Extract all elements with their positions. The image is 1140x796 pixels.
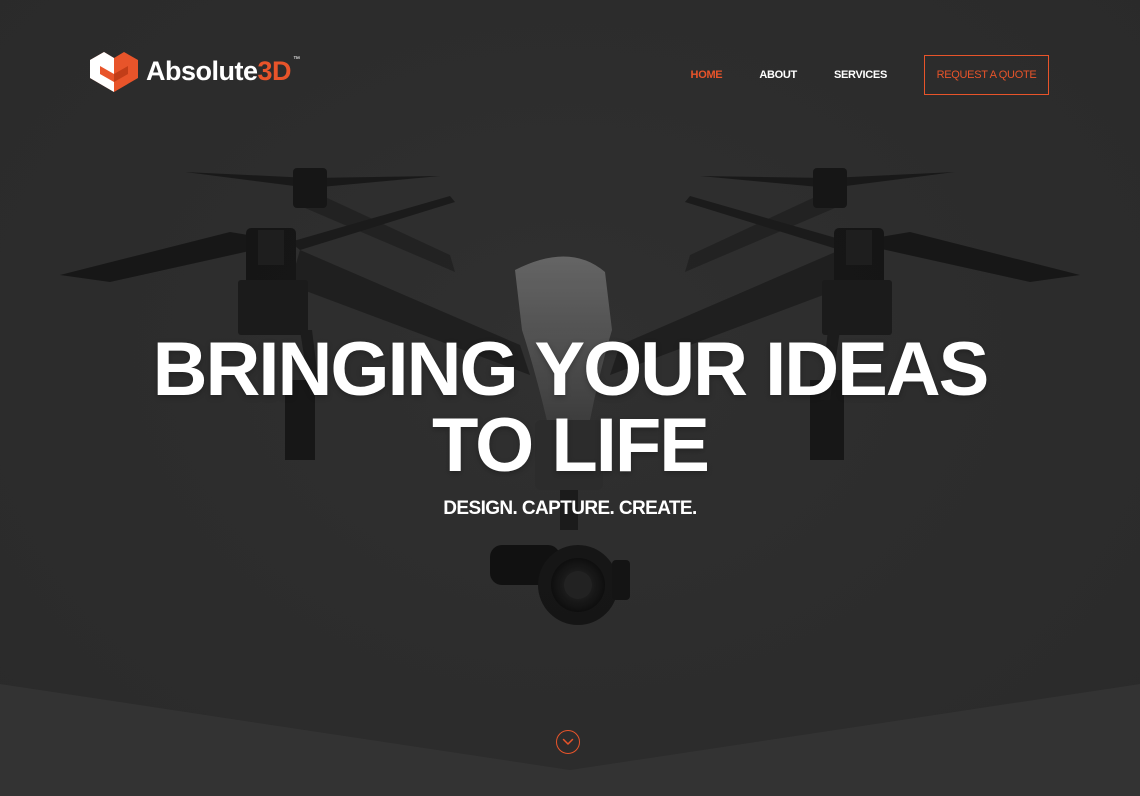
chevron-down-icon — [562, 738, 574, 745]
brand-name-accent: 3D — [257, 55, 292, 86]
scroll-down-button[interactable] — [556, 730, 580, 754]
nav-home-link[interactable]: HOME — [691, 69, 723, 81]
nav-services-link[interactable]: SERVICES — [834, 69, 887, 81]
logo-mark-icon — [90, 52, 138, 92]
brand-name-main: Absolute — [146, 55, 258, 86]
hero-section: Absolute3D ™ HOME ABOUT SERVICES REQUEST … — [0, 0, 1140, 796]
brand-logo[interactable]: Absolute3D ™ — [88, 48, 300, 94]
hero-headline: BRINGING YOUR IDEAS TO LIFE — [0, 332, 1140, 484]
brand-name: Absolute3D ™ — [146, 55, 300, 86]
main-nav: HOME ABOUT SERVICES REQUEST A QUOTE — [691, 54, 1049, 96]
hero-tagline: DESIGN. CAPTURE. CREATE. — [443, 498, 697, 519]
request-quote-button[interactable]: REQUEST A QUOTE — [924, 55, 1049, 95]
hero-headline-line2: TO LIFE — [432, 403, 710, 488]
nav-about-link[interactable]: ABOUT — [759, 69, 797, 81]
brand-trademark: ™ — [293, 55, 300, 63]
hero-headline-line1: BRINGING YOUR IDEAS — [152, 327, 990, 412]
